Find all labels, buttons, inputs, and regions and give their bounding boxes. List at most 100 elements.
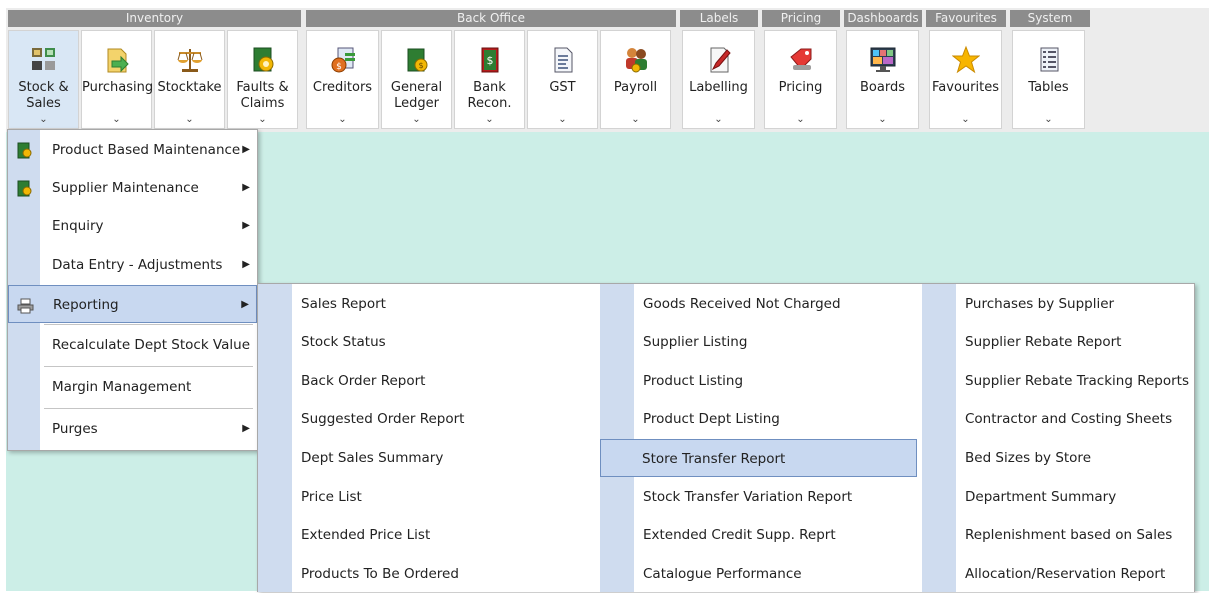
payroll-icon xyxy=(625,48,647,73)
report-item-label: Replenishment based on Sales xyxy=(965,527,1173,543)
menu-item-margin-management[interactable]: Margin Management xyxy=(8,368,257,406)
group-dashboards: Dashboards xyxy=(844,10,922,27)
report-item-label: Supplier Rebate Tracking Reports xyxy=(965,373,1190,389)
purchasing-button[interactable]: Purchasing ⌄ xyxy=(81,30,154,129)
ledger-icon: $ xyxy=(407,48,427,72)
general-ledger-label: General Ledger xyxy=(390,80,443,111)
chevron-down-icon: ⌄ xyxy=(1044,114,1053,125)
stock-sales-icon xyxy=(31,48,55,70)
menu-item-label: Recalculate Dept Stock Value xyxy=(52,337,250,353)
report-item-extended-credit-supp-reprt[interactable]: Extended Credit Supp. Reprt xyxy=(600,516,920,554)
submenu-arrow-icon: ▶ xyxy=(242,182,250,193)
report-item-store-transfer-report[interactable]: Store Transfer Report xyxy=(600,439,917,477)
pencil-icon xyxy=(710,47,731,73)
menu-item-recalculate-dept-stock-value[interactable]: Recalculate Dept Stock Value xyxy=(8,326,257,364)
bank-book-icon: $ xyxy=(481,47,498,73)
submenu-arrow-icon: ▶ xyxy=(242,220,250,231)
boards-button[interactable]: Boards ⌄ xyxy=(846,30,919,129)
bank-recon-button[interactable]: $ Bank Recon. ⌄ xyxy=(454,30,525,129)
menu-item-data-entry-adjustments[interactable]: Data Entry - Adjustments ▶ xyxy=(8,246,257,284)
faults-claims-icon xyxy=(253,47,273,72)
window-top-strip xyxy=(0,0,1212,8)
report-item-label: Purchases by Supplier xyxy=(965,296,1115,312)
reporting-column-1: Sales Report Stock Status Back Order Rep… xyxy=(258,284,598,592)
stock-sales-label: Stock & Sales xyxy=(18,80,69,111)
report-item-extended-price-list[interactable]: Extended Price List xyxy=(258,516,598,554)
report-item-supplier-listing[interactable]: Supplier Listing xyxy=(600,323,920,361)
report-item-goods-received-not-charged[interactable]: Goods Received Not Charged xyxy=(600,285,920,323)
menu-item-label: Enquiry xyxy=(52,218,104,234)
purchasing-icon xyxy=(107,48,129,73)
monitor-board-icon xyxy=(870,47,895,72)
menu-item-label: Reporting xyxy=(53,297,119,313)
report-item-supplier-rebate-report[interactable]: Supplier Rebate Report xyxy=(922,323,1194,361)
creditors-button[interactable]: $ Creditors ⌄ xyxy=(306,30,379,129)
report-item-label: Stock Status xyxy=(301,334,386,350)
chevron-down-icon: ⌄ xyxy=(714,114,723,125)
labelling-button[interactable]: Labelling ⌄ xyxy=(682,30,755,129)
faults-claims-label: Faults & Claims xyxy=(236,80,289,111)
pricing-button[interactable]: Pricing ⌄ xyxy=(764,30,837,129)
report-item-price-list[interactable]: Price List xyxy=(258,478,598,516)
stock-sales-button[interactable]: Stock & Sales ⌄ xyxy=(8,30,79,129)
report-item-replenishment-based-on-sales[interactable]: Replenishment based on Sales xyxy=(922,516,1194,554)
reporting-column-2: Goods Received Not Charged Supplier List… xyxy=(600,284,920,592)
payroll-button[interactable]: Payroll ⌄ xyxy=(600,30,671,129)
report-item-bed-sizes-by-store[interactable]: Bed Sizes by Store xyxy=(922,439,1194,477)
report-item-supplier-rebate-tracking-reports[interactable]: Supplier Rebate Tracking Reports xyxy=(922,362,1194,400)
submenu-arrow-icon: ▶ xyxy=(242,259,250,270)
report-item-product-listing[interactable]: Product Listing xyxy=(600,362,920,400)
menu-item-reporting[interactable]: Reporting ▶ xyxy=(8,285,257,323)
purchasing-label: Purchasing xyxy=(82,80,154,95)
svg-text:$: $ xyxy=(336,62,342,72)
chevron-down-icon: ⌄ xyxy=(39,114,48,125)
star-icon xyxy=(951,45,980,74)
stocktake-button[interactable]: Stocktake ⌄ xyxy=(154,30,225,129)
report-item-contractor-and-costing-sheets[interactable]: Contractor and Costing Sheets xyxy=(922,400,1194,438)
menu-separator xyxy=(44,324,253,325)
tables-label: Tables xyxy=(1028,80,1069,95)
chevron-down-icon: ⌄ xyxy=(558,114,567,125)
report-item-label: Products To Be Ordered xyxy=(301,566,459,582)
report-item-stock-status[interactable]: Stock Status xyxy=(258,323,598,361)
general-ledger-button[interactable]: $ General Ledger ⌄ xyxy=(381,30,452,129)
report-item-label: Suggested Order Report xyxy=(301,411,465,427)
group-labels: Labels xyxy=(680,10,758,27)
report-item-label: Extended Price List xyxy=(301,527,431,543)
report-item-label: Supplier Listing xyxy=(643,334,748,350)
menu-item-label: Product Based Maintenance xyxy=(52,142,241,158)
menu-item-product-based-maintenance[interactable]: Product Based Maintenance ▶ xyxy=(8,131,257,169)
report-item-label: Product Listing xyxy=(643,373,744,389)
menu-item-supplier-maintenance[interactable]: Supplier Maintenance ▶ xyxy=(8,169,257,207)
menu-item-label: Purges xyxy=(52,421,98,437)
report-item-dept-sales-summary[interactable]: Dept Sales Summary xyxy=(258,439,598,477)
report-item-department-summary[interactable]: Department Summary xyxy=(922,478,1194,516)
scales-icon xyxy=(177,49,202,72)
pricing-label: Pricing xyxy=(778,80,823,95)
faults-claims-button[interactable]: Faults & Claims ⌄ xyxy=(227,30,298,129)
book-gear-icon xyxy=(17,142,32,159)
report-item-allocation-reservation-report[interactable]: Allocation/Reservation Report xyxy=(922,555,1194,593)
report-item-label: Catalogue Performance xyxy=(643,566,802,582)
gst-button[interactable]: GST ⌄ xyxy=(527,30,598,129)
report-item-purchases-by-supplier[interactable]: Purchases by Supplier xyxy=(922,285,1194,323)
report-item-label: Back Order Report xyxy=(301,373,426,389)
favourites-button[interactable]: Favourites ⌄ xyxy=(929,30,1002,129)
menu-separator xyxy=(44,366,253,367)
report-item-back-order-report[interactable]: Back Order Report xyxy=(258,362,598,400)
report-item-products-to-be-ordered[interactable]: Products To Be Ordered xyxy=(258,555,598,593)
report-item-product-dept-listing[interactable]: Product Dept Listing xyxy=(600,400,920,438)
report-item-suggested-order-report[interactable]: Suggested Order Report xyxy=(258,400,598,438)
report-item-stock-transfer-variation-report[interactable]: Stock Transfer Variation Report xyxy=(600,478,920,516)
report-item-label: Extended Credit Supp. Reprt xyxy=(643,527,836,543)
report-item-sales-report[interactable]: Sales Report xyxy=(258,285,598,323)
reporting-submenu: Sales Report Stock Status Back Order Rep… xyxy=(257,283,1195,592)
tables-button[interactable]: Tables ⌄ xyxy=(1012,30,1085,129)
creditors-icon: $ xyxy=(331,47,355,73)
stocktake-label: Stocktake xyxy=(157,80,222,95)
report-item-catalogue-performance[interactable]: Catalogue Performance xyxy=(600,555,920,593)
chevron-down-icon: ⌄ xyxy=(112,114,121,125)
svg-text:$: $ xyxy=(486,54,493,67)
menu-item-enquiry[interactable]: Enquiry ▶ xyxy=(8,207,257,245)
menu-item-purges[interactable]: Purges ▶ xyxy=(8,410,257,448)
